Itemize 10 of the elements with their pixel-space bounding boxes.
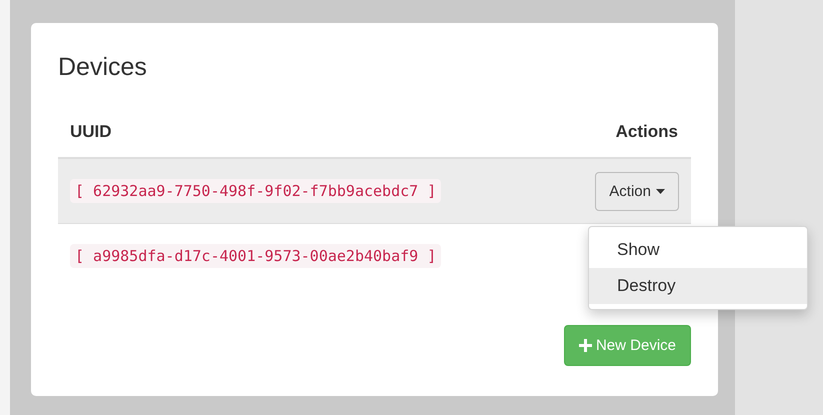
menu-item[interactable]: Destroy [589,268,807,304]
plus-icon [578,339,592,352]
menu-item[interactable]: Show [589,232,807,268]
caret-icon [656,188,665,194]
uuid-code: [ 62932aa9-7750-498f-9f02-f7bb9acebdc7 ] [70,179,442,203]
panel-title: Devices [58,53,148,82]
action-dropdown-button[interactable]: Action [595,172,679,210]
column-header: Actions [616,122,678,142]
column-header: UUID [70,122,112,142]
uuid-code: [ a9985dfa-d17c-4001-9573-00ae2b40baf9 ] [70,244,442,268]
